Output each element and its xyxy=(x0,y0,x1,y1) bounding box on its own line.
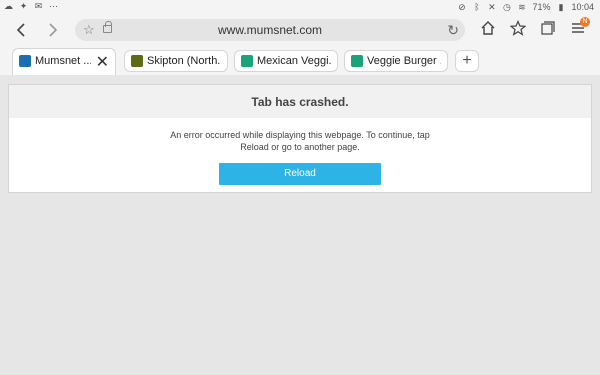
tab-skipton[interactable]: Skipton (North... xyxy=(124,50,228,72)
forward-arrow-icon xyxy=(49,23,58,37)
twitter-icon: ✦ xyxy=(19,1,28,11)
cloud-icon: ☁ xyxy=(4,1,13,11)
forward-button[interactable] xyxy=(42,20,62,40)
reload-button[interactable]: Reload xyxy=(219,163,381,185)
new-tab-button[interactable]: + xyxy=(455,50,479,72)
tab-veggie-burger[interactable]: Veggie Burger ... xyxy=(344,50,448,72)
status-right: ⊘ ᛒ ✕ ◷ ≋ 71% ▮ 10:04 xyxy=(457,2,594,12)
close-tab-icon[interactable]: ✕ xyxy=(96,52,109,72)
alarm-icon: ◷ xyxy=(503,1,511,12)
menu-button[interactable]: N xyxy=(568,17,590,40)
tabs-button[interactable] xyxy=(538,20,558,40)
back-arrow-icon xyxy=(16,23,25,37)
crash-panel: Tab has crashed. An error occurred while… xyxy=(8,84,592,193)
back-button[interactable] xyxy=(12,20,32,40)
skipton-favicon xyxy=(131,55,143,67)
crash-heading: Tab has crashed. xyxy=(9,85,591,118)
tab-mexican-veggie[interactable]: Mexican Veggi... xyxy=(234,50,338,72)
more-notifications-icon: ⋯ xyxy=(49,1,58,11)
browser-toolbar: ☆ www.mumsnet.com ↻ N xyxy=(0,15,600,45)
address-bar[interactable]: ☆ www.mumsnet.com ↻ xyxy=(75,19,465,41)
crash-message: An error occurred while displaying this … xyxy=(9,129,591,153)
notification-badge: N xyxy=(580,17,590,27)
crash-message-line1: An error occurred while displaying this … xyxy=(170,130,430,140)
bluetooth-icon: ᛒ xyxy=(474,1,480,12)
mute-icon: ✕ xyxy=(488,1,496,12)
plus-icon: + xyxy=(462,52,472,69)
refresh-icon[interactable]: ↻ xyxy=(447,22,459,39)
crash-message-line2: Reload or go to another page. xyxy=(240,142,360,152)
clock: 10:04 xyxy=(571,2,594,12)
wifi-icon: ≋ xyxy=(518,1,526,12)
no-signal-icon: ⊘ xyxy=(458,1,466,12)
home-icon xyxy=(481,21,495,35)
battery-level: 71% xyxy=(532,2,551,12)
tab-mumsnet[interactable]: Mumsnet ... ✕ xyxy=(12,48,116,75)
home-button[interactable] xyxy=(478,20,498,40)
tab-title: Mumsnet ... xyxy=(35,55,91,67)
tab-title: Veggie Burger ... xyxy=(367,55,441,67)
status-left: ☁ ✦ ✉ ⋯ xyxy=(4,2,58,11)
bookmarks-star-icon xyxy=(509,20,527,36)
status-bar: ☁ ✦ ✉ ⋯ ⊘ ᛒ ✕ ◷ ≋ 71% ▮ 10:04 xyxy=(0,0,600,15)
mail-icon: ✉ xyxy=(34,1,43,11)
tabs-icon xyxy=(541,21,555,35)
recipe-favicon xyxy=(241,55,253,67)
battery-icon: ▮ xyxy=(558,1,564,12)
bookmarks-button[interactable] xyxy=(508,20,528,40)
page-content: Tab has crashed. An error occurred while… xyxy=(0,75,600,375)
tab-title: Skipton (North... xyxy=(147,55,221,67)
mumsnet-favicon xyxy=(19,55,31,67)
tab-title: Mexican Veggi... xyxy=(257,55,331,67)
recipe-favicon xyxy=(351,55,363,67)
url-text[interactable]: www.mumsnet.com xyxy=(75,23,465,37)
tab-strip: Mumsnet ... ✕ Skipton (North... Mexican … xyxy=(0,45,600,75)
